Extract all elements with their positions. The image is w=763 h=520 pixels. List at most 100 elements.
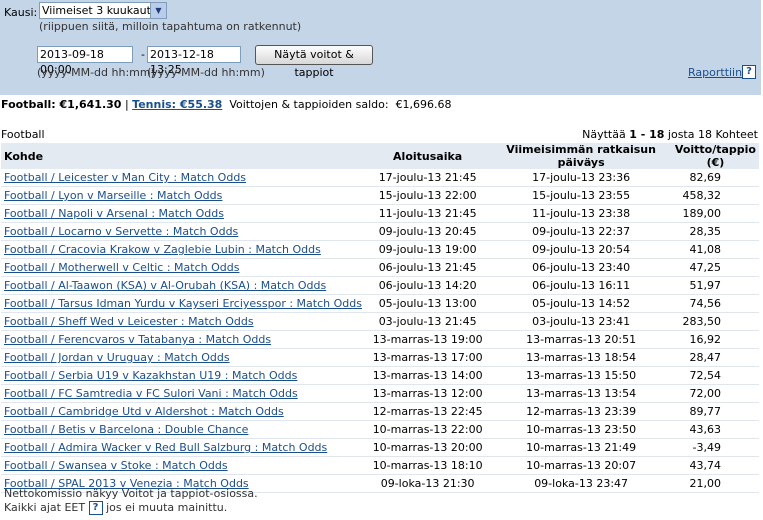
timezone-help-icon[interactable]: ? xyxy=(88,501,103,515)
market-cell: Football / Napoli v Arsenal : Match Odds xyxy=(1,204,365,223)
table-row: Football / Swansea v Stoke : Match Odds 1… xyxy=(1,456,759,475)
timezone-suffix: jos ei muuta mainittu. xyxy=(106,501,228,514)
date-from-format-hint: (yyyy-MM-dd hh:mm) xyxy=(37,66,155,79)
settled-date-cell: 09-joulu-13 22:37 xyxy=(490,222,672,241)
date-separator: - xyxy=(141,48,145,61)
tennis-total-link[interactable]: Tennis: €55.38 xyxy=(132,98,222,111)
settled-date-cell: 09-joulu-13 20:54 xyxy=(490,240,672,259)
settled-date-cell: 10-marras-13 23:50 xyxy=(490,420,672,439)
settled-date-cell: 10-marras-13 21:49 xyxy=(490,438,672,457)
profit-loss-cell: 41,08 xyxy=(671,240,759,259)
profit-loss-cell: 72,00 xyxy=(671,384,759,403)
profit-loss-cell: 89,77 xyxy=(671,402,759,421)
start-time-cell: 09-joulu-13 20:45 xyxy=(364,222,491,241)
profit-loss-cell: 28,47 xyxy=(671,348,759,367)
start-time-cell: 10-marras-13 22:00 xyxy=(364,420,491,439)
market-link[interactable]: Football / Al-Taawon (KSA) v Al-Orubah (… xyxy=(4,279,326,292)
profit-loss-cell: 16,92 xyxy=(671,330,759,349)
profit-loss-cell: 43,74 xyxy=(671,456,759,475)
start-time-cell: 13-marras-13 19:00 xyxy=(364,330,491,349)
column-header-profit-loss[interactable]: Voitto/tappio (€) xyxy=(671,143,759,169)
table-row: Football / FC Samtredia v FC Sulori Vani… xyxy=(1,384,759,403)
market-link[interactable]: Football / FC Samtredia v FC Sulori Vani… xyxy=(4,387,298,400)
help-icon[interactable]: ? xyxy=(742,65,756,79)
market-link[interactable]: Football / Lyon v Marseille : Match Odds xyxy=(4,189,222,202)
market-cell: Football / Ferencvaros v Tatabanya : Mat… xyxy=(1,330,365,349)
start-time-cell: 10-marras-13 18:10 xyxy=(364,456,491,475)
market-cell: Football / Sheff Wed v Leicester : Match… xyxy=(1,312,365,331)
pagination-info: Näyttää 1 - 18 josta 18 Kohteet xyxy=(582,128,758,141)
settled-date-cell: 03-joulu-13 23:41 xyxy=(490,312,672,331)
settled-date-cell: 13-marras-13 13:54 xyxy=(490,384,672,403)
market-link[interactable]: Football / Leicester v Man City : Match … xyxy=(4,171,246,184)
market-link[interactable]: Football / Sheff Wed v Leicester : Match… xyxy=(4,315,254,328)
show-results-button[interactable]: Näytä voitot & tappiot xyxy=(255,45,373,79)
column-header-settled-date[interactable]: Viimeisimmän ratkaisun päiväys xyxy=(490,143,672,169)
settled-date-cell: 15-joulu-13 23:55 xyxy=(490,186,672,205)
period-hint: (riippuen siitä, milloin tapahtuma on ra… xyxy=(39,20,302,33)
period-label: Kausi: xyxy=(4,6,38,19)
table-row: Football / Jordan v Uruguay : Match Odds… xyxy=(1,348,759,367)
settled-date-cell: 05-joulu-13 14:52 xyxy=(490,294,672,313)
market-link[interactable]: Football / Napoli v Arsenal : Match Odds xyxy=(4,207,224,220)
market-link[interactable]: Football / Betis v Barcelona : Double Ch… xyxy=(4,423,248,436)
start-time-cell: 06-joulu-13 14:20 xyxy=(364,276,491,295)
market-cell: Football / Locarno v Servette : Match Od… xyxy=(1,222,365,241)
report-link[interactable]: Raporttiin xyxy=(688,66,742,79)
market-link[interactable]: Football / Tarsus Idman Yurdu v Kayseri … xyxy=(4,297,362,310)
commission-note: Nettokomissio näkyy Voitot ja tappiot-os… xyxy=(4,487,258,500)
market-link[interactable]: Football / Cambridge Utd v Aldershot : M… xyxy=(4,405,284,418)
profit-loss-cell: 47,25 xyxy=(671,258,759,277)
start-time-cell: 09-loka-13 21:30 xyxy=(364,474,491,493)
table-row: Football / Motherwell v Celtic : Match O… xyxy=(1,258,759,277)
start-time-cell: 05-joulu-13 13:00 xyxy=(364,294,491,313)
table-row: Football / Lyon v Marseille : Match Odds… xyxy=(1,186,759,205)
settled-date-cell: 06-joulu-13 16:11 xyxy=(490,276,672,295)
settled-date-cell: 13-marras-13 15:50 xyxy=(490,366,672,385)
table-row: Football / Tarsus Idman Yurdu v Kayseri … xyxy=(1,294,759,313)
table-row: Football / Ferencvaros v Tatabanya : Mat… xyxy=(1,330,759,349)
table-row: Football / Admira Wacker v Red Bull Salz… xyxy=(1,438,759,457)
table-row: Football / Cracovia Krakow v Zaglebie Lu… xyxy=(1,240,759,259)
market-cell: Football / FC Samtredia v FC Sulori Vani… xyxy=(1,384,365,403)
settled-date-cell: 13-marras-13 20:51 xyxy=(490,330,672,349)
market-link[interactable]: Football / Locarno v Servette : Match Od… xyxy=(4,225,238,238)
date-to-input[interactable]: 2013-12-18 13:25 xyxy=(147,46,241,76)
market-cell: Football / Jordan v Uruguay : Match Odds xyxy=(1,348,365,367)
column-header-market[interactable]: Kohde xyxy=(1,143,365,169)
market-link[interactable]: Football / Swansea v Stoke : Match Odds xyxy=(4,459,228,472)
section-title: Football xyxy=(1,128,45,141)
market-cell: Football / Leicester v Man City : Match … xyxy=(1,169,365,187)
settled-date-cell: 13-marras-13 18:54 xyxy=(490,348,672,367)
market-cell: Football / Cambridge Utd v Aldershot : M… xyxy=(1,402,365,421)
start-time-cell: 09-joulu-13 19:00 xyxy=(364,240,491,259)
total-label: Voittojen & tappioiden saldo: xyxy=(229,98,389,111)
market-link[interactable]: Football / Jordan v Uruguay : Match Odds xyxy=(4,351,230,364)
profit-loss-cell: 21,00 xyxy=(671,474,759,493)
table-row: Football / Serbia U19 v Kazakhstan U19 :… xyxy=(1,366,759,385)
date-from-input[interactable]: 2013-09-18 00:00 xyxy=(37,46,133,76)
market-link[interactable]: Football / Ferencvaros v Tatabanya : Mat… xyxy=(4,333,271,346)
table-row: Football / Betis v Barcelona : Double Ch… xyxy=(1,420,759,439)
market-link[interactable]: Football / Cracovia Krakow v Zaglebie Lu… xyxy=(4,243,321,256)
start-time-cell: 12-marras-13 22:45 xyxy=(364,402,491,421)
period-select[interactable]: Viimeiset 3 kuukautta ▼ xyxy=(39,2,167,19)
chevron-down-icon[interactable]: ▼ xyxy=(150,3,166,18)
profit-loss-cell: 283,50 xyxy=(671,312,759,331)
profit-loss-cell: 43,63 xyxy=(671,420,759,439)
profit-loss-cell: 458,32 xyxy=(671,186,759,205)
start-time-cell: 13-marras-13 14:00 xyxy=(364,366,491,385)
profit-loss-cell: -3,49 xyxy=(671,438,759,457)
market-link[interactable]: Football / Admira Wacker v Red Bull Salz… xyxy=(4,441,327,454)
start-time-cell: 06-joulu-13 21:45 xyxy=(364,258,491,277)
market-link[interactable]: Football / Serbia U19 v Kazakhstan U19 :… xyxy=(4,369,297,382)
pagination-range: 1 - 18 xyxy=(629,128,665,141)
column-header-start-time[interactable]: Aloitusaika xyxy=(364,143,491,169)
market-cell: Football / Cracovia Krakow v Zaglebie Lu… xyxy=(1,240,365,259)
market-cell: Football / Tarsus Idman Yurdu v Kayseri … xyxy=(1,294,365,313)
market-link[interactable]: Football / Motherwell v Celtic : Match O… xyxy=(4,261,239,274)
market-cell: Football / Serbia U19 v Kazakhstan U19 :… xyxy=(1,366,365,385)
market-cell: Football / Al-Taawon (KSA) v Al-Orubah (… xyxy=(1,276,365,295)
pagination-prefix: Näyttää xyxy=(582,128,626,141)
profit-loss-cell: 82,69 xyxy=(671,169,759,187)
